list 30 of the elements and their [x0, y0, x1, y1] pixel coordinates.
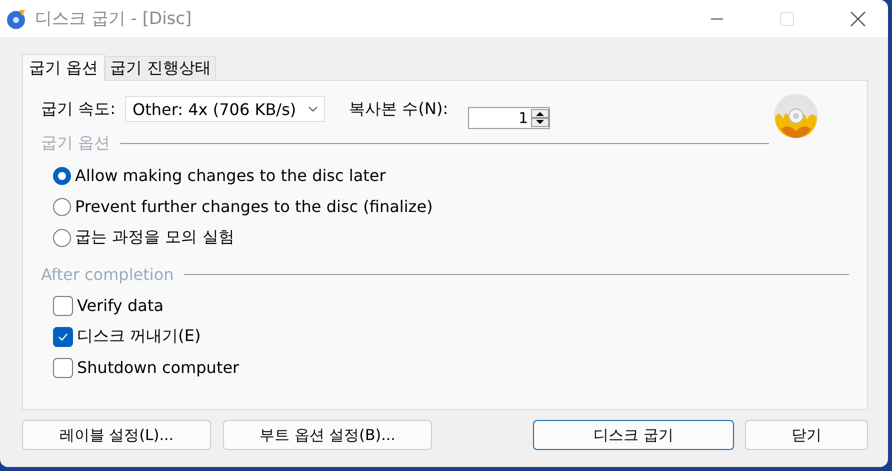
speed-label: 굽기 속도: [41, 98, 116, 120]
copies-spinner[interactable]: 1 [468, 107, 550, 129]
option-label: Verify data [77, 296, 164, 315]
close-icon[interactable] [850, 10, 866, 26]
option-label: 디스크 꺼내기(E) [77, 326, 201, 347]
disc-icon [5, 8, 27, 30]
checkbox[interactable] [53, 296, 73, 316]
tab[interactable]: 굽기 진행상태 [105, 56, 216, 80]
radio-button[interactable] [53, 228, 71, 246]
dialog-button[interactable]: 디스크 굽기 [533, 420, 734, 450]
group-legend: 굽기 옵션 [41, 133, 110, 154]
checkmark-icon [58, 332, 68, 340]
option-label: Allow making changes to the disc later [75, 166, 386, 185]
window-title: 디스크 굽기 - [Disc] [35, 8, 192, 30]
group-legend: After completion [41, 265, 174, 284]
option-label: Shutdown computer [77, 358, 240, 377]
radio-button[interactable] [53, 166, 71, 184]
speed-dropdown[interactable]: Other: 4x (706 KB/s) [125, 96, 326, 122]
copies-label: 복사본 수(N): [349, 98, 448, 120]
tab[interactable]: 굽기 옵션 [22, 54, 106, 81]
dialog-button[interactable]: 레이블 설정(L)... [22, 420, 211, 450]
dialog-button[interactable]: 부트 옵션 설정(B)... [223, 420, 432, 450]
option-label: 굽는 과정을 모의 실험 [75, 227, 234, 248]
burning-disc-icon [773, 93, 819, 139]
dialog-button[interactable]: 닫기 [745, 420, 868, 450]
checkbox[interactable] [53, 358, 73, 378]
option-label: Prevent further changes to the disc (finalize) [75, 197, 433, 216]
chevron-down-icon [308, 106, 318, 112]
radio-button[interactable] [53, 198, 71, 216]
checkbox[interactable] [53, 326, 73, 346]
